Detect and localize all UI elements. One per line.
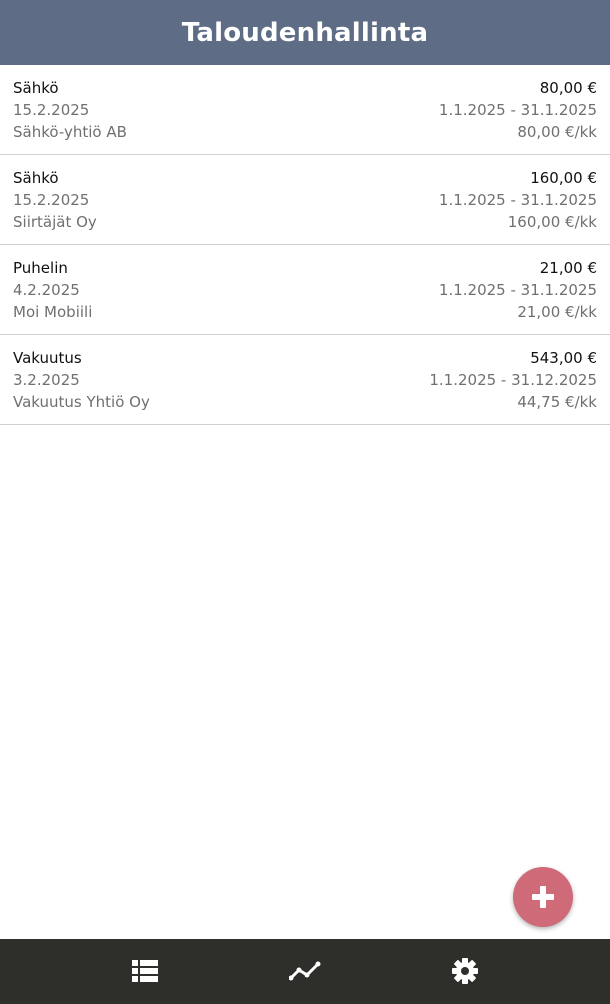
bill-period: 1.1.2025 - 31.1.2025	[438, 281, 597, 299]
bill-monthly: 80,00 €/kk	[517, 123, 597, 141]
add-bill-button[interactable]	[513, 867, 573, 927]
bill-period: 1.1.2025 - 31.1.2025	[438, 191, 597, 209]
nav-statistics-button[interactable]	[285, 951, 325, 991]
bill-monthly: 44,75 €/kk	[517, 393, 597, 411]
list-icon	[132, 960, 158, 982]
chart-line-icon	[289, 961, 321, 981]
page-title: Taloudenhallinta	[181, 17, 429, 48]
bill-amount: 21,00 €	[539, 259, 597, 277]
bill-due-date: 15.2.2025	[13, 191, 90, 209]
bill-company: Sähkö-yhtiö AB	[13, 123, 127, 141]
list-item[interactable]: Sähkö 160,00 € 15.2.2025 1.1.2025 - 31.1…	[0, 155, 610, 245]
list-item[interactable]: Vakuutus 543,00 € 3.2.2025 1.1.2025 - 31…	[0, 335, 610, 425]
bill-name: Sähkö	[13, 79, 59, 97]
bill-amount: 160,00 €	[530, 169, 597, 187]
app-header: Taloudenhallinta	[0, 0, 610, 65]
nav-list-button[interactable]	[125, 951, 165, 991]
bill-company: Siirtäjät Oy	[13, 213, 97, 231]
bill-name: Vakuutus	[13, 349, 82, 367]
list-item[interactable]: Puhelin 21,00 € 4.2.2025 1.1.2025 - 31.1…	[0, 245, 610, 335]
bill-due-date: 3.2.2025	[13, 371, 80, 389]
bill-due-date: 4.2.2025	[13, 281, 80, 299]
list-item[interactable]: Sähkö 80,00 € 15.2.2025 1.1.2025 - 31.1.…	[0, 65, 610, 155]
bill-monthly: 21,00 €/kk	[517, 303, 597, 321]
bill-company: Moi Mobiili	[13, 303, 93, 321]
bill-list: Sähkö 80,00 € 15.2.2025 1.1.2025 - 31.1.…	[0, 65, 610, 425]
bill-name: Sähkö	[13, 169, 59, 187]
nav-settings-button[interactable]	[445, 951, 485, 991]
bill-name: Puhelin	[13, 259, 68, 277]
bill-amount: 80,00 €	[539, 79, 597, 97]
app-root: Taloudenhallinta Sähkö 80,00 € 15.2.2025…	[0, 0, 610, 1004]
bill-monthly: 160,00 €/kk	[507, 213, 597, 231]
bill-company: Vakuutus Yhtiö Oy	[13, 393, 150, 411]
bottom-navigation	[0, 939, 610, 1004]
bill-amount: 543,00 €	[530, 349, 597, 367]
bill-due-date: 15.2.2025	[13, 101, 90, 119]
plus-icon	[532, 886, 554, 908]
bill-period: 1.1.2025 - 31.1.2025	[438, 101, 597, 119]
bill-period: 1.1.2025 - 31.12.2025	[429, 371, 597, 389]
gear-icon	[452, 958, 478, 984]
